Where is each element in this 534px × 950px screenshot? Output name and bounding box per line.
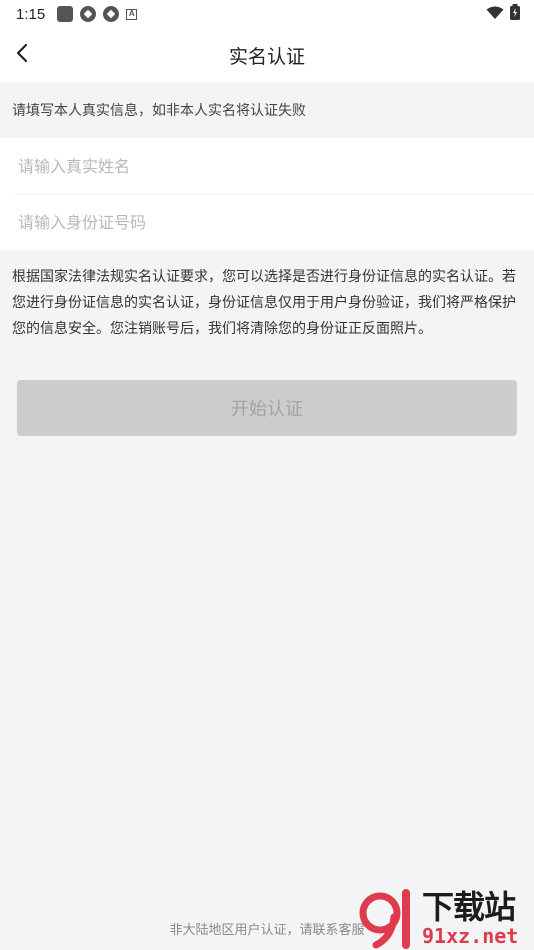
notice-text: 请填写本人真实信息，如非本人实名将认证失败: [12, 103, 306, 119]
watermark-logo: [358, 887, 420, 949]
chevron-left-icon[interactable]: [15, 43, 29, 67]
aperture-icon: [80, 6, 97, 22]
watermark-text: 下载站 91xz.net: [422, 889, 518, 947]
watermark: 下载站 91xz.net: [358, 886, 532, 950]
verification-notice: 请填写本人真实信息，如非本人实名将认证失败: [0, 82, 534, 138]
aperture-icon: [103, 6, 120, 22]
start-verification-button[interactable]: 开始认证: [17, 380, 517, 436]
page-title: 实名认证: [228, 45, 305, 68]
status-right: [486, 4, 520, 24]
wifi-icon: [486, 5, 504, 24]
id-number-field-row: [14, 194, 534, 250]
status-time: 1:15: [16, 5, 46, 23]
battery-icon: [510, 4, 520, 24]
app-square-icon: [57, 6, 74, 22]
back-button[interactable]: [6, 38, 38, 72]
status-bar: 1:15 A: [0, 0, 534, 28]
watermark-cn: 下载站: [422, 888, 516, 926]
id-number-input[interactable]: [18, 213, 534, 232]
watermark-en: 91xz.net: [422, 924, 519, 948]
nav-bar: 实名认证: [0, 28, 534, 82]
real-name-input[interactable]: [18, 156, 534, 176]
verification-description: 根据国家法律法规实名认证要求，您可以选择是否进行身份证信息的实名认证。若您进行身…: [12, 269, 516, 337]
real-name-field-row: [0, 138, 534, 194]
identity-form: [0, 138, 534, 250]
a-box-icon: A: [126, 8, 138, 20]
